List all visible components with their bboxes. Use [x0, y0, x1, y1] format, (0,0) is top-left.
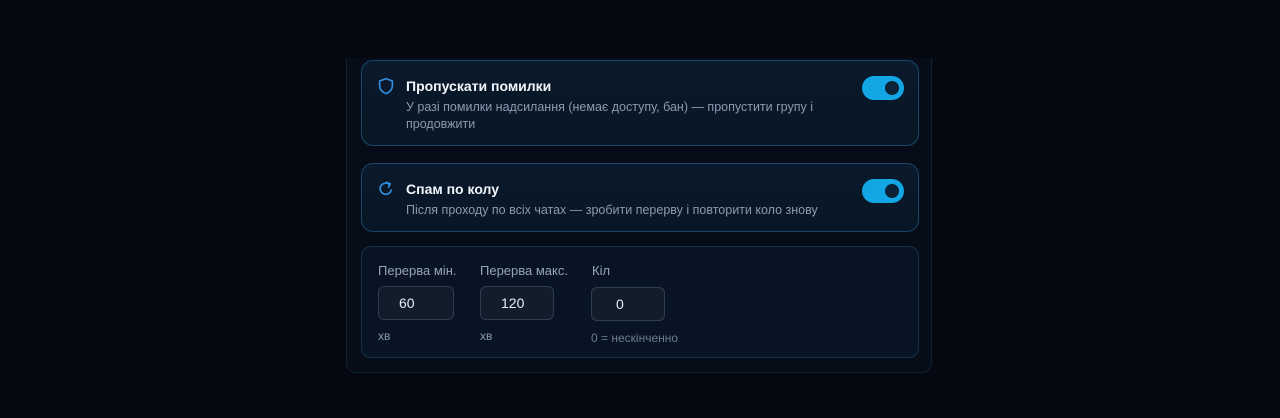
pause-min-field: Перерва мін. хв	[378, 263, 457, 343]
spam-loop-title: Спам по колу	[406, 181, 500, 197]
pause-min-input[interactable]	[378, 286, 454, 320]
pause-max-field: Перерва макс. хв	[480, 263, 568, 343]
loop-count-label: Кіл	[592, 263, 611, 278]
spam-loop-card: Спам по колу Після проходу по всіх чатах…	[361, 163, 919, 232]
skip-errors-card: Пропускати помилки У разі помилки надсил…	[361, 60, 919, 146]
spam-loop-toggle[interactable]	[862, 179, 904, 203]
toggle-knob	[885, 81, 899, 95]
spam-loop-description: Після проходу по всіх чатах — зробити пе…	[406, 203, 818, 217]
refresh-icon	[377, 180, 395, 198]
pause-min-unit: хв	[378, 329, 391, 343]
skip-errors-title: Пропускати помилки	[406, 78, 552, 94]
loop-count-hint: 0 = нескінченно	[591, 331, 679, 345]
pause-max-input[interactable]	[480, 286, 554, 320]
loop-count-field: Кіл 0 = нескінченно	[591, 263, 678, 345]
loop-settings-box: Перерва мін. хв Перерва макс. хв Кіл 0 =…	[361, 246, 919, 358]
skip-errors-toggle[interactable]	[862, 76, 904, 100]
pause-max-label: Перерва макс.	[480, 263, 568, 278]
shield-icon	[377, 77, 395, 95]
pause-min-label: Перерва мін.	[378, 263, 457, 278]
skip-errors-description: У разі помилки надсилання (немає доступу…	[406, 100, 814, 131]
settings-panel: Пропускати помилки У разі помилки надсил…	[346, 58, 932, 373]
toggle-knob	[885, 184, 899, 198]
loop-count-input[interactable]	[591, 287, 665, 321]
pause-max-unit: хв	[480, 329, 493, 343]
